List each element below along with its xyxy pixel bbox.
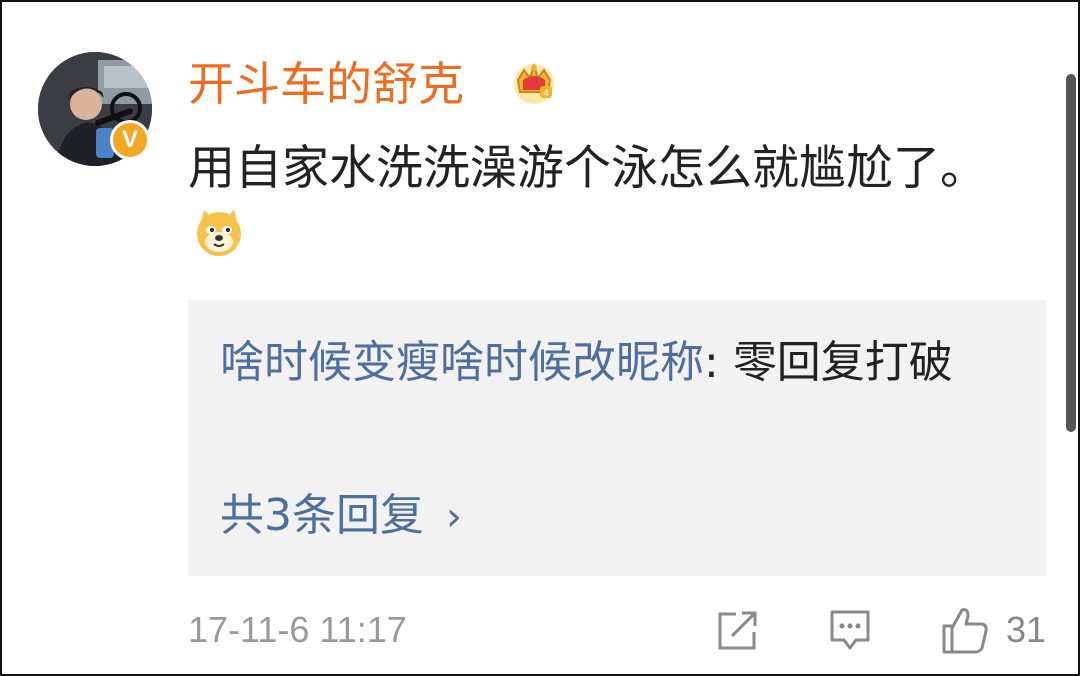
verified-badge: V: [110, 120, 150, 160]
like-icon[interactable]: [940, 604, 990, 656]
comment-icon[interactable]: [828, 604, 872, 656]
reply-count-label: 共3条回复: [220, 490, 424, 541]
doge-emoji-icon: [197, 210, 241, 256]
chevron-right-icon: ›: [446, 494, 462, 540]
comment-card: V 开斗车的舒克 4 用自家水洗洗澡游个泳怎么就尴尬了。 啥时候变瘦啥时候改昵称…: [0, 0, 1080, 676]
reply-preview: 啥时候变瘦啥时候改昵称: 零回复打破: [220, 330, 1020, 396]
comment-text: 用自家水洗洗澡游个泳怎么就尴尬了。: [188, 136, 1028, 268]
username[interactable]: 开斗车的舒克: [188, 54, 464, 114]
avatar[interactable]: V: [38, 52, 152, 166]
timestamp: 17-11-6 11:17: [188, 609, 407, 650]
like-count: 31: [1006, 609, 1047, 650]
reply-text: 零回复打破: [732, 337, 953, 388]
reply-separator: :: [704, 337, 733, 388]
scrollbar[interactable]: [1066, 74, 1076, 432]
svg-text:4: 4: [543, 88, 549, 99]
view-replies-link[interactable]: 共3条回复 ›: [220, 486, 462, 547]
share-icon[interactable]: [714, 604, 760, 656]
crown-vip-icon[interactable]: 4: [510, 58, 558, 106]
comment-body: 用自家水洗洗澡游个泳怎么就尴尬了。: [188, 141, 987, 196]
reply-box[interactable]: 啥时候变瘦啥时候改昵称: 零回复打破 共3条回复 ›: [188, 300, 1046, 576]
reply-username[interactable]: 啥时候变瘦啥时候改昵称: [220, 337, 704, 388]
